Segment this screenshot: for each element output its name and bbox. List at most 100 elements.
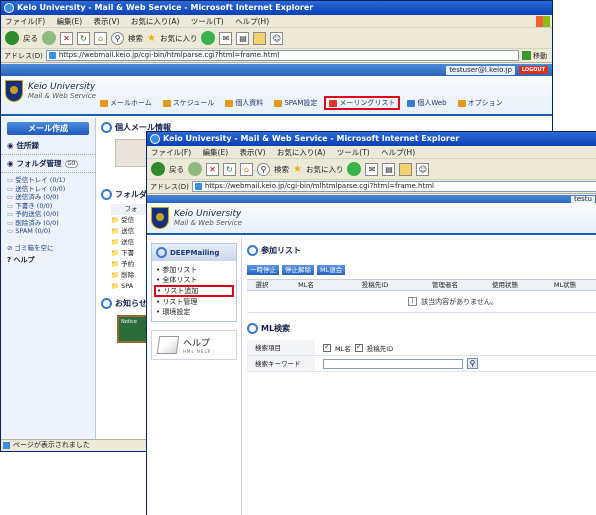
folder-sent[interactable]: 送信済み (0/0) xyxy=(7,193,89,202)
back-address-input[interactable]: https://webmail.keio.jp/cgi-bin/htmlpars… xyxy=(45,50,519,61)
back-button-label[interactable]: 戻る xyxy=(169,164,184,175)
folder-outbox[interactable]: 送信トレイ (0/0) xyxy=(7,185,89,194)
nav-spam-settings[interactable]: SPAM設定 xyxy=(270,96,321,110)
search-icon[interactable]: ⚲ xyxy=(111,31,124,45)
history-icon[interactable] xyxy=(347,162,362,176)
front-address-input[interactable]: https://webmail.keio.jp/cgi-bin/mlhtmlpa… xyxy=(191,181,596,192)
go-button[interactable]: 移動 xyxy=(522,51,552,61)
nav-personal-data[interactable]: 個人資料 xyxy=(221,96,267,110)
print-icon[interactable]: ▤ xyxy=(236,31,250,45)
menu-view[interactable]: 表示(V) xyxy=(240,148,266,157)
help-link[interactable]: ? ヘルプ xyxy=(1,255,95,265)
menu-edit[interactable]: 編集(E) xyxy=(203,148,229,157)
folder-drafts[interactable]: 下書き (0/0) xyxy=(7,202,89,211)
nav-label: SPAM設定 xyxy=(284,99,318,107)
favorites-star-icon[interactable]: ★ xyxy=(293,164,302,175)
back-arrow-icon[interactable] xyxy=(5,31,19,45)
nav-mailing-list[interactable]: メーリングリスト xyxy=(324,96,401,110)
menu-view[interactable]: 表示(V) xyxy=(94,17,120,26)
folder-row[interactable]: 📁 削除 xyxy=(111,270,151,281)
back-button-label[interactable]: 戻る xyxy=(23,33,38,44)
refresh-icon[interactable]: ↻ xyxy=(223,162,236,176)
nav-mail-home[interactable]: メールホーム xyxy=(96,96,156,110)
menu-all-lists[interactable]: 全体リスト xyxy=(156,275,232,285)
search-button-label[interactable]: 検索 xyxy=(274,164,289,175)
front-title-bar[interactable]: Keio University - Mail & Web Service - M… xyxy=(147,132,596,146)
site-logo[interactable]: Keio University Mail & Web Service xyxy=(151,207,242,229)
folder-spam[interactable]: SPAM (0/0) xyxy=(7,227,89,236)
empty-trash-link[interactable]: ⊘ ゴミ箱を空に xyxy=(1,239,95,255)
stop-icon[interactable]: ✕ xyxy=(206,162,219,176)
nav-options[interactable]: オプション xyxy=(454,96,507,110)
folder-manage-go[interactable]: GO xyxy=(64,159,79,168)
stop-icon[interactable]: ✕ xyxy=(60,31,73,45)
folder-row[interactable]: 📁 SPA xyxy=(111,281,151,292)
compose-button[interactable]: メール作成 xyxy=(7,122,89,135)
menu-tools[interactable]: ツール(T) xyxy=(191,17,224,26)
menu-edit[interactable]: 編集(E) xyxy=(57,17,83,26)
nav-label: オプション xyxy=(467,99,503,107)
nav-personal-web[interactable]: 個人Web xyxy=(403,96,450,110)
menu-add-list[interactable]: リスト追加 xyxy=(154,285,234,297)
favorites-button-label[interactable]: お気に入り xyxy=(306,164,344,175)
folder-scheduled[interactable]: 予約送信 (0/0) xyxy=(7,210,89,219)
menu-file[interactable]: ファイル(F) xyxy=(5,17,45,26)
print-icon[interactable]: ▤ xyxy=(382,162,396,176)
folder-inbox[interactable]: 受信トレイ (0/1) xyxy=(7,176,89,185)
menu-joined-lists[interactable]: 参加リスト xyxy=(156,265,232,275)
mail-icon[interactable]: ✉ xyxy=(219,31,233,45)
forward-arrow-icon[interactable] xyxy=(188,162,202,176)
resume-button[interactable]: 停止解除 xyxy=(282,265,314,275)
menu-help[interactable]: ヘルプ(H) xyxy=(235,17,269,26)
menu-file[interactable]: ファイル(F) xyxy=(151,148,191,157)
deepmailing-menu: 参加リスト 全体リスト リスト追加 リスト管理 環境設定 xyxy=(152,261,236,321)
search-icon[interactable]: ⚲ xyxy=(257,162,270,176)
refresh-icon[interactable]: ↻ xyxy=(77,31,90,45)
ie-icon xyxy=(4,3,14,13)
forward-arrow-icon[interactable] xyxy=(42,31,56,45)
ml-leave-button[interactable]: ML退会 xyxy=(317,265,346,275)
empty-result-row: i 該当内容がありません。 xyxy=(247,291,596,313)
menu-manage-lists[interactable]: リスト管理 xyxy=(156,297,232,307)
address-label: アドレス(D) xyxy=(150,182,189,191)
mail-icon[interactable]: ✉ xyxy=(365,162,379,176)
folder-row[interactable]: 📁 送信 xyxy=(111,237,151,248)
menu-help[interactable]: ヘルプ(H) xyxy=(381,148,415,157)
folder-deleted[interactable]: 削除済み (0/0) xyxy=(7,219,89,228)
site-logo[interactable]: Keio University Mail & Web Service xyxy=(5,80,96,102)
messenger-icon[interactable]: ☺ xyxy=(416,162,430,176)
folder-icon[interactable] xyxy=(253,31,267,45)
back-title-bar[interactable]: Keio University - Mail & Web Service - M… xyxy=(1,1,552,15)
folder-manage-icon: ◉ xyxy=(7,159,14,168)
home-icon[interactable]: ⌂ xyxy=(94,31,107,45)
folder-manage-link[interactable]: ◉ フォルダ管理 GO xyxy=(1,155,95,173)
search-keyword-input[interactable] xyxy=(323,358,463,369)
pause-button[interactable]: 一時停止 xyxy=(247,265,279,275)
back-arrow-icon[interactable] xyxy=(151,162,165,176)
search-button-label[interactable]: 検索 xyxy=(128,33,143,44)
logout-button[interactable]: LOGOUT xyxy=(518,66,548,74)
post-id-checkbox[interactable] xyxy=(354,342,363,352)
folder-row[interactable]: 📁 受信 xyxy=(111,215,151,226)
folder-row[interactable]: 📁 予約 xyxy=(111,259,151,270)
col-ml-name[interactable]: ML名 xyxy=(277,280,335,290)
menu-favorites[interactable]: お気に入り(A) xyxy=(131,17,179,26)
folder-icon[interactable] xyxy=(399,162,413,176)
search-item-label: 検索項目 xyxy=(247,340,315,355)
address-book-link[interactable]: ◉ 住所録 xyxy=(1,137,95,155)
search-submit-icon[interactable]: ⚲ xyxy=(467,358,478,369)
menu-favorites[interactable]: お気に入り(A) xyxy=(277,148,325,157)
help-box[interactable]: ヘルプ HML HELP xyxy=(151,330,237,360)
messenger-icon[interactable]: ☺ xyxy=(270,31,284,45)
folder-row[interactable]: 📁 下書 xyxy=(111,248,151,259)
ml-name-checkbox[interactable] xyxy=(323,342,331,352)
favorites-button-label[interactable]: お気に入り xyxy=(160,33,198,44)
menu-tools[interactable]: ツール(T) xyxy=(337,148,370,157)
nav-schedule[interactable]: スケジュール xyxy=(159,96,219,110)
history-icon[interactable] xyxy=(201,31,216,45)
front-toolbar: 戻る ✕ ↻ ⌂ ⚲ 検索 ★ お気に入り ✉ ▤ ☺ xyxy=(147,159,596,180)
folder-row[interactable]: 📁 送信 xyxy=(111,226,151,237)
favorites-star-icon[interactable]: ★ xyxy=(147,33,156,44)
menu-settings[interactable]: 環境設定 xyxy=(156,307,232,317)
home-icon[interactable]: ⌂ xyxy=(240,162,253,176)
